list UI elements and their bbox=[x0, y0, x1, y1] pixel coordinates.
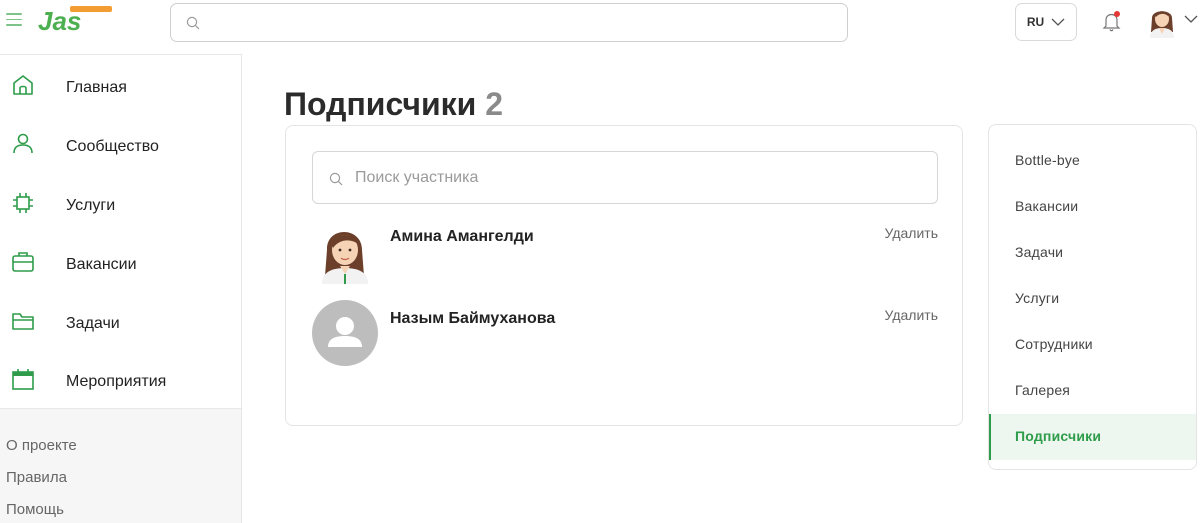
list-item[interactable]: Назым Баймуханова Удалить bbox=[312, 300, 938, 374]
member-search-input[interactable] bbox=[355, 164, 915, 192]
list-item[interactable]: Амина Амангелди Удалить bbox=[312, 218, 938, 292]
member-name[interactable]: Назым Баймуханова bbox=[390, 310, 555, 328]
menu-item-label: Галерея bbox=[1015, 382, 1071, 398]
chip-icon bbox=[13, 193, 33, 213]
sidebar-item-label: Мероприятия bbox=[66, 373, 167, 390]
top-bar: Jas RU bbox=[0, 0, 1204, 46]
chevron-down-icon bbox=[1051, 18, 1065, 26]
menu-item-vacancies[interactable]: Вакансии bbox=[989, 184, 1196, 230]
user-icon bbox=[13, 133, 33, 154]
search-icon bbox=[329, 172, 343, 186]
menu-item-gallery[interactable]: Галерея bbox=[989, 368, 1196, 414]
avatar bbox=[312, 300, 378, 366]
page-title-text: Подписчики bbox=[284, 86, 477, 122]
sidebar-item-home[interactable]: Главная bbox=[0, 60, 242, 110]
menu-item-bottle-bye[interactable]: Bottle-bye bbox=[989, 138, 1196, 184]
menu-item-label: Задачи bbox=[1015, 244, 1064, 260]
global-search-input[interactable] bbox=[170, 3, 848, 42]
member-search-field[interactable] bbox=[312, 151, 938, 204]
menu-item-employees[interactable]: Сотрудники bbox=[989, 322, 1196, 368]
sidebar-item-community[interactable]: Сообщество bbox=[0, 119, 242, 169]
member-name[interactable]: Амина Амангелди bbox=[390, 228, 534, 246]
notifications-icon[interactable] bbox=[1100, 9, 1124, 33]
menu-item-label: Вакансии bbox=[1015, 198, 1079, 214]
calendar-icon bbox=[12, 369, 34, 390]
sidebar-item-services[interactable]: Услуги bbox=[0, 178, 242, 228]
logo[interactable]: Jas bbox=[36, 5, 116, 36]
avatar bbox=[322, 232, 368, 284]
help-link[interactable]: Помощь bbox=[6, 501, 64, 518]
menu-item-tasks[interactable]: Задачи bbox=[989, 230, 1196, 276]
menu-item-subscribers[interactable]: Подписчики bbox=[989, 414, 1196, 460]
sidebar-item-vacancies[interactable]: Вакансии bbox=[0, 237, 242, 287]
briefcase-icon bbox=[12, 252, 34, 272]
page-title: Подписчики 2 bbox=[284, 86, 503, 123]
sidebar-footer: О проекте Правила Помощь bbox=[0, 408, 241, 523]
folder-icon bbox=[12, 313, 34, 330]
menu-item-services[interactable]: Услуги bbox=[989, 276, 1196, 322]
user-avatar[interactable] bbox=[1146, 4, 1178, 38]
section-menu: Bottle-bye Вакансии Задачи Услуги Сотруд… bbox=[988, 124, 1197, 470]
language-label: RU bbox=[1026, 15, 1045, 29]
sidebar-item-label: Задачи bbox=[66, 315, 120, 332]
remove-button[interactable]: Удалить bbox=[885, 225, 938, 241]
subscribers-panel: Амина Амангелди Удалить Назым Баймуханов… bbox=[285, 125, 963, 426]
sidebar: Главная Сообщество Услуги Вакансии Задач… bbox=[0, 54, 242, 523]
sidebar-item-label: Услуги bbox=[66, 197, 116, 214]
remove-button[interactable]: Удалить bbox=[885, 307, 938, 323]
menu-icon[interactable] bbox=[6, 13, 22, 27]
menu-item-label: Bottle-bye bbox=[1015, 152, 1081, 168]
home-icon bbox=[13, 75, 33, 95]
language-select[interactable]: RU bbox=[1015, 3, 1077, 41]
subscriber-count: 2 bbox=[485, 86, 504, 122]
sidebar-item-label: Вакансии bbox=[66, 256, 137, 273]
search-icon bbox=[186, 16, 200, 30]
sidebar-item-tasks[interactable]: Задачи bbox=[0, 296, 242, 346]
sidebar-item-label: Главная bbox=[66, 79, 127, 96]
menu-item-label: Услуги bbox=[1015, 290, 1060, 306]
rules-link[interactable]: Правила bbox=[6, 469, 67, 486]
chevron-down-icon[interactable] bbox=[1184, 15, 1198, 23]
sidebar-item-events[interactable]: Мероприятия bbox=[0, 354, 242, 404]
sidebar-item-label: Сообщество bbox=[66, 138, 159, 155]
about-link[interactable]: О проекте bbox=[6, 437, 77, 454]
menu-item-label: Подписчики bbox=[1015, 428, 1102, 444]
menu-item-label: Сотрудники bbox=[1015, 336, 1093, 352]
